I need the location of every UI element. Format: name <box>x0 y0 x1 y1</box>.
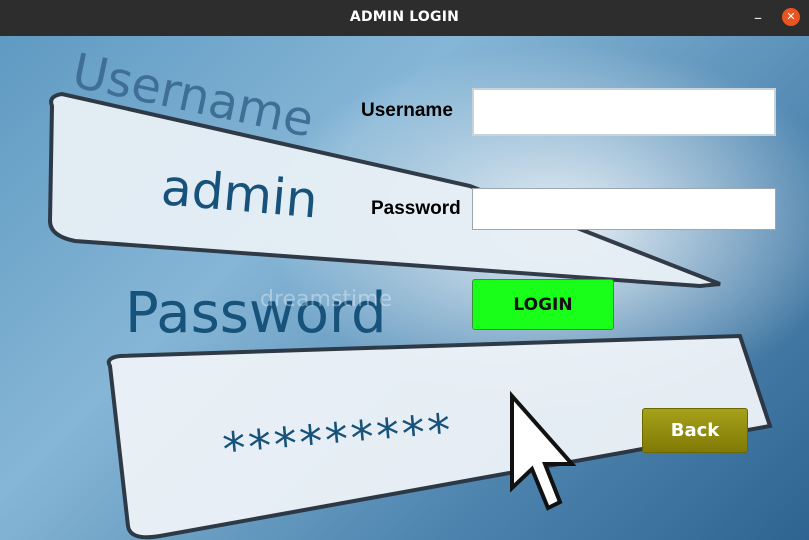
password-label: Password <box>371 198 461 219</box>
login-button[interactable]: LOGIN <box>472 279 614 330</box>
back-button[interactable]: Back <box>642 408 748 453</box>
watermark-text: dreamstime <box>260 287 392 312</box>
window-title-bar: ADMIN LOGIN – ✕ <box>0 0 809 36</box>
close-button[interactable]: ✕ <box>782 8 800 26</box>
window-title: ADMIN LOGIN <box>349 9 460 25</box>
username-input[interactable] <box>472 88 776 136</box>
password-input[interactable] <box>472 188 776 230</box>
minimize-icon: – <box>754 8 762 27</box>
minimize-button[interactable]: – <box>747 7 769 29</box>
close-icon: ✕ <box>786 10 796 23</box>
login-panel: Username admin Password dreamstime *****… <box>0 36 809 540</box>
username-label: Username <box>361 100 453 121</box>
